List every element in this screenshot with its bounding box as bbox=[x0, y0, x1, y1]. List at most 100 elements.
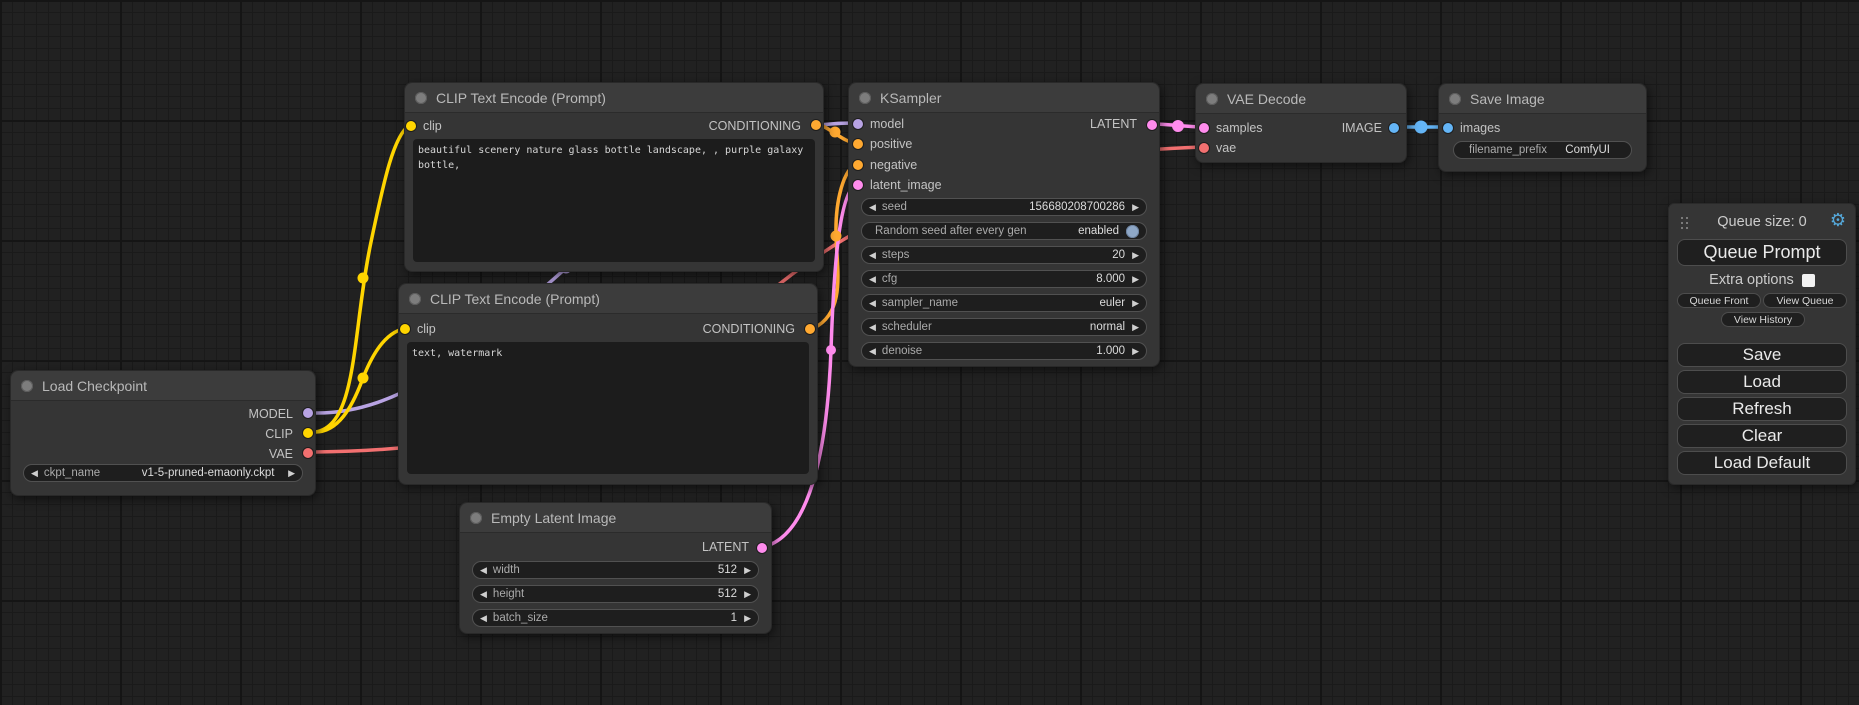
widget-label: denoise bbox=[882, 345, 922, 357]
view-history-button[interactable]: View History bbox=[1721, 312, 1805, 327]
collapse-dot-icon[interactable] bbox=[409, 293, 421, 305]
save-button[interactable]: Save bbox=[1677, 343, 1847, 367]
output-dot-vae[interactable] bbox=[303, 448, 313, 458]
load-default-button[interactable]: Load Default bbox=[1677, 451, 1847, 475]
random-seed-toggle[interactable]: Random seed after every gen enabled bbox=[861, 222, 1147, 240]
right-arrow-icon[interactable]: ▶ bbox=[744, 590, 751, 599]
widget-label: Random seed after every gen bbox=[875, 225, 1027, 237]
right-arrow-icon[interactable]: ▶ bbox=[1132, 203, 1139, 212]
widget-value: 1.000 bbox=[1096, 345, 1125, 357]
output-dot-image[interactable] bbox=[1389, 123, 1399, 133]
prompt-textarea[interactable]: beautiful scenery nature glass bottle la… bbox=[413, 139, 815, 262]
node-vae-decode[interactable]: VAE Decode samples IMAGE vae bbox=[1195, 83, 1407, 163]
collapse-dot-icon[interactable] bbox=[470, 512, 482, 524]
load-button[interactable]: Load bbox=[1677, 370, 1847, 394]
queue-prompt-button[interactable]: Queue Prompt bbox=[1677, 239, 1847, 266]
left-arrow-icon[interactable]: ◀ bbox=[480, 614, 487, 623]
queue-size-label: Queue size: 0 bbox=[1669, 214, 1855, 230]
steps-widget[interactable]: ◀ steps 20 ▶ bbox=[861, 246, 1147, 264]
settings-gear-icon[interactable]: ⚙ bbox=[1830, 210, 1846, 231]
refresh-button[interactable]: Refresh bbox=[1677, 397, 1847, 421]
node-load-checkpoint[interactable]: Load Checkpoint MODEL CLIP VAE ◀ ckpt_na… bbox=[10, 370, 316, 496]
node-header[interactable]: KSampler bbox=[849, 83, 1159, 113]
input-dot-model[interactable] bbox=[853, 119, 863, 129]
input-dot-latent-image[interactable] bbox=[853, 180, 863, 190]
input-dot-clip[interactable] bbox=[400, 324, 410, 334]
node-clip-text-encode-negative[interactable]: CLIP Text Encode (Prompt) clip CONDITION… bbox=[398, 283, 818, 485]
left-arrow-icon[interactable]: ◀ bbox=[869, 275, 876, 284]
collapse-dot-icon[interactable] bbox=[21, 380, 33, 392]
input-dot-vae[interactable] bbox=[1199, 143, 1209, 153]
widget-label: height bbox=[493, 588, 524, 600]
node-header[interactable]: VAE Decode bbox=[1196, 84, 1406, 114]
left-arrow-icon[interactable]: ◀ bbox=[31, 469, 38, 478]
node-header[interactable]: Save Image bbox=[1439, 84, 1646, 114]
left-arrow-icon[interactable]: ◀ bbox=[480, 566, 487, 575]
left-arrow-icon[interactable]: ◀ bbox=[869, 323, 876, 332]
clear-button[interactable]: Clear bbox=[1677, 424, 1847, 448]
left-arrow-icon[interactable]: ◀ bbox=[480, 590, 487, 599]
left-arrow-icon[interactable]: ◀ bbox=[869, 203, 876, 212]
right-arrow-icon[interactable]: ▶ bbox=[288, 469, 295, 478]
input-label-model: model bbox=[870, 117, 904, 131]
ckpt-name-widget[interactable]: ◀ ckpt_name v1-5-pruned-emaonly.ckpt ▶ bbox=[23, 464, 303, 482]
right-arrow-icon[interactable]: ▶ bbox=[744, 566, 751, 575]
right-arrow-icon[interactable]: ▶ bbox=[744, 614, 751, 623]
input-dot-samples[interactable] bbox=[1199, 123, 1209, 133]
node-save-image[interactable]: Save Image images filename_prefix ComfyU… bbox=[1438, 83, 1647, 172]
node-title: CLIP Text Encode (Prompt) bbox=[436, 90, 606, 106]
left-arrow-icon[interactable]: ◀ bbox=[869, 299, 876, 308]
node-graph-canvas[interactable]: Load Checkpoint MODEL CLIP VAE ◀ ckpt_na… bbox=[0, 0, 1859, 705]
node-empty-latent-image[interactable]: Empty Latent Image LATENT ◀ width 512 ▶ … bbox=[459, 502, 772, 634]
right-arrow-icon[interactable]: ▶ bbox=[1132, 347, 1139, 356]
input-dot-images[interactable] bbox=[1443, 123, 1453, 133]
node-header[interactable]: Empty Latent Image bbox=[460, 503, 771, 533]
widget-value: 8.000 bbox=[1096, 273, 1125, 285]
node-clip-text-encode-positive[interactable]: CLIP Text Encode (Prompt) clip CONDITION… bbox=[404, 82, 824, 272]
toggle-enabled-icon[interactable] bbox=[1126, 225, 1139, 238]
scheduler-widget[interactable]: ◀ scheduler normal ▶ bbox=[861, 318, 1147, 336]
right-arrow-icon[interactable]: ▶ bbox=[1132, 275, 1139, 284]
input-dot-negative[interactable] bbox=[853, 160, 863, 170]
collapse-dot-icon[interactable] bbox=[859, 92, 871, 104]
collapse-dot-icon[interactable] bbox=[415, 92, 427, 104]
right-arrow-icon[interactable]: ▶ bbox=[1132, 323, 1139, 332]
node-title: CLIP Text Encode (Prompt) bbox=[430, 291, 600, 307]
input-dot-clip[interactable] bbox=[406, 121, 416, 131]
extra-options-checkbox[interactable] bbox=[1802, 274, 1815, 287]
sampler-name-widget[interactable]: ◀ sampler_name euler ▶ bbox=[861, 294, 1147, 312]
collapse-dot-icon[interactable] bbox=[1449, 93, 1461, 105]
output-dot-clip[interactable] bbox=[303, 428, 313, 438]
output-label-model: MODEL bbox=[249, 407, 293, 421]
output-dot-conditioning[interactable] bbox=[805, 324, 815, 334]
cfg-widget[interactable]: ◀ cfg 8.000 ▶ bbox=[861, 270, 1147, 288]
width-widget[interactable]: ◀ width 512 ▶ bbox=[472, 561, 759, 579]
prompt-textarea[interactable]: text, watermark bbox=[407, 342, 809, 474]
output-dot-latent[interactable] bbox=[757, 543, 767, 553]
output-dot-latent[interactable] bbox=[1147, 120, 1157, 130]
right-arrow-icon[interactable]: ▶ bbox=[1132, 299, 1139, 308]
left-arrow-icon[interactable]: ◀ bbox=[869, 251, 876, 260]
right-arrow-icon[interactable]: ▶ bbox=[1132, 251, 1139, 260]
input-label-latent-image: latent_image bbox=[870, 178, 942, 192]
node-header[interactable]: CLIP Text Encode (Prompt) bbox=[405, 83, 823, 113]
node-ksampler[interactable]: KSampler LATENT model positive negative … bbox=[848, 82, 1160, 367]
output-label-clip: CLIP bbox=[265, 427, 293, 441]
batch-size-widget[interactable]: ◀ batch_size 1 ▶ bbox=[472, 609, 759, 627]
output-label-conditioning: CONDITIONING bbox=[709, 119, 801, 133]
view-queue-button[interactable]: View Queue bbox=[1763, 293, 1847, 308]
collapse-dot-icon[interactable] bbox=[1206, 93, 1218, 105]
denoise-widget[interactable]: ◀ denoise 1.000 ▶ bbox=[861, 342, 1147, 360]
output-dot-conditioning[interactable] bbox=[811, 120, 821, 130]
input-dot-positive[interactable] bbox=[853, 139, 863, 149]
output-dot-model[interactable] bbox=[303, 408, 313, 418]
node-header[interactable]: CLIP Text Encode (Prompt) bbox=[399, 284, 817, 314]
height-widget[interactable]: ◀ height 512 ▶ bbox=[472, 585, 759, 603]
output-label-conditioning: CONDITIONING bbox=[703, 322, 795, 336]
seed-widget[interactable]: ◀ seed 156680208700286 ▶ bbox=[861, 198, 1147, 216]
left-arrow-icon[interactable]: ◀ bbox=[869, 347, 876, 356]
queue-front-button[interactable]: Queue Front bbox=[1677, 293, 1761, 308]
filename-prefix-widget[interactable]: filename_prefix ComfyUI bbox=[1453, 141, 1632, 159]
node-title: Load Checkpoint bbox=[42, 378, 147, 394]
node-header[interactable]: Load Checkpoint bbox=[11, 371, 315, 401]
